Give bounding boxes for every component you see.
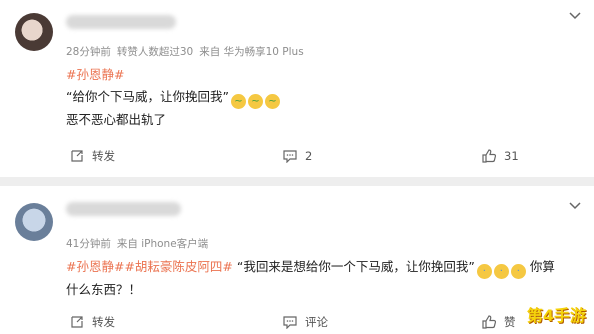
like-count: 31	[504, 149, 519, 163]
avatar[interactable]	[15, 13, 53, 51]
comment-card-2: 41分钟前 来自 iPhone客户端 #孙恩静##胡耘豪陈皮阿四# “我回来是想给…	[0, 186, 594, 334]
comment-source: 来自 iPhone客户端	[116, 238, 209, 250]
comment-button[interactable]: 2	[283, 146, 312, 166]
like-icon	[482, 149, 496, 163]
comment-meta: 28分钟前 转赞人数超过30 来自 华为畅享10 Plus	[66, 44, 310, 59]
vomit-emoji-icon: ~	[264, 94, 280, 109]
chevron-down-icon[interactable]	[568, 9, 582, 23]
comment-label: 评论	[305, 315, 328, 329]
like-label: 赞	[504, 315, 516, 329]
comment-time: 28分钟前	[66, 46, 111, 58]
comment-meta: 41分钟前 来自 iPhone客户端	[66, 236, 214, 251]
topic-line: #孙恩静#	[66, 64, 576, 86]
avatar[interactable]	[15, 203, 53, 241]
comment-time: 41分钟前	[66, 238, 111, 250]
comment-button[interactable]: 评论	[283, 312, 328, 332]
comment-source: 来自 华为畅享10 Plus	[199, 46, 304, 58]
card-separator	[0, 177, 594, 186]
repost-button[interactable]: 转发	[70, 312, 115, 332]
vomit-emoji-icon: ~	[247, 94, 263, 109]
topic-link[interactable]: #胡耘豪陈皮阿四#	[124, 259, 232, 274]
comment-body: #孙恩静# “给你个下马威，让你挽回我” ~ ~ ~ 恶不恶心都出轨了	[66, 64, 576, 131]
comment-card-1: 28分钟前 转赞人数超过30 来自 华为畅享10 Plus #孙恩静# “给你个下马…	[0, 0, 594, 177]
comment-text-line: 恶不恶心都出轨了	[66, 112, 167, 127]
comment-quote: “给你个下马威，让你挽回我”	[66, 89, 229, 104]
vomit-emoji-icon: ~	[230, 94, 246, 109]
sweat-emoji-icon: ·	[510, 264, 526, 279]
like-button[interactable]: 31	[482, 146, 519, 166]
action-bar: 转发 2 31	[0, 146, 594, 166]
blurred-username[interactable]	[66, 15, 176, 29]
chevron-down-icon[interactable]	[568, 199, 582, 213]
repost-label: 转发	[92, 149, 115, 163]
repost-icon	[71, 316, 83, 328]
sweat-emoji-icon: ·	[476, 264, 492, 279]
comment-quote: “我回来是想给你一个下马威，让你挽回我”	[236, 259, 475, 274]
topic-link[interactable]: #孙恩静#	[66, 67, 124, 82]
comment-count: 2	[305, 149, 313, 163]
repost-button[interactable]: 转发	[70, 146, 115, 166]
topic-link[interactable]: #孙恩静#	[66, 259, 124, 274]
sweat-emoji-icon: ·	[493, 264, 509, 279]
repost-count-text: 转赞人数超过30	[116, 46, 194, 58]
repost-label: 转发	[92, 315, 115, 329]
like-icon	[482, 315, 496, 329]
comment-text-tail: 你算	[529, 259, 555, 274]
comment-body: #孙恩静##胡耘豪陈皮阿四# “我回来是想给你一个下马威，让你挽回我” · · · 你…	[66, 256, 576, 301]
comment-icon	[283, 149, 297, 163]
blurred-username[interactable]	[66, 202, 181, 216]
comment-text-line: #孙恩静##胡耘豪陈皮阿四# “我回来是想给你一个下马威，让你挽回我” · · · 你…	[66, 256, 576, 279]
like-button[interactable]: 赞	[482, 312, 516, 332]
comment-text-line: 什么东西？！	[66, 282, 142, 297]
comment-text-line: “给你个下马威，让你挽回我” ~ ~ ~	[66, 86, 576, 109]
site-watermark: 第4手游	[526, 306, 586, 325]
action-bar: 转发 评论 赞	[0, 312, 594, 332]
comment-icon	[283, 315, 297, 329]
repost-icon	[71, 150, 83, 162]
